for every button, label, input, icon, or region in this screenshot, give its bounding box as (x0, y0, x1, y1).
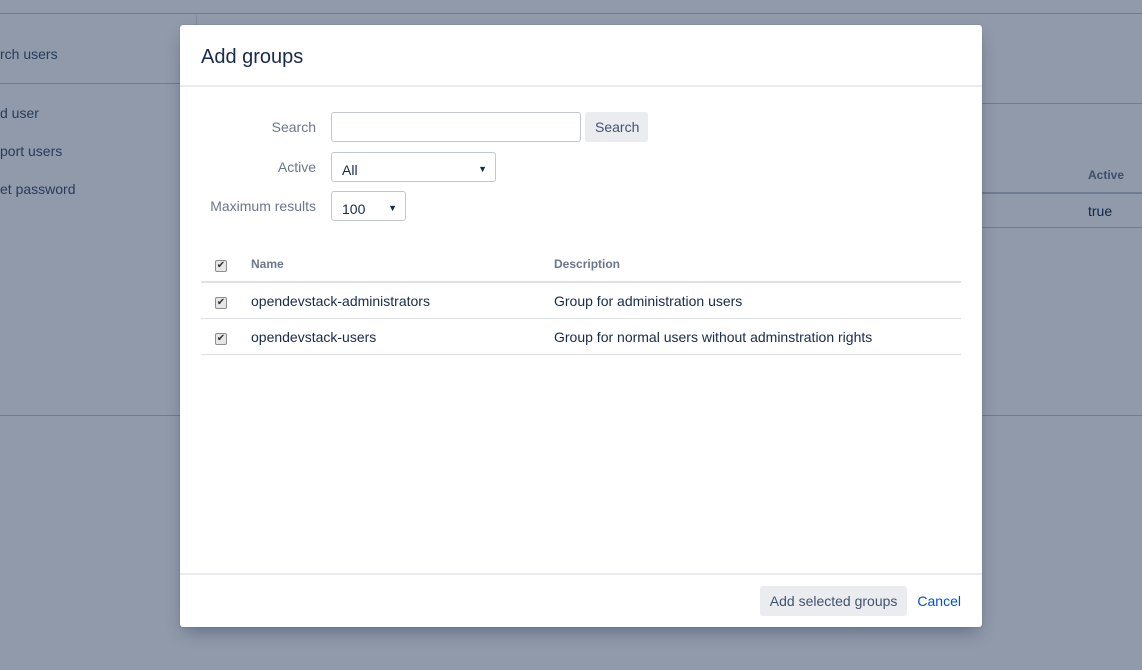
caret-down-icon: ▼ (388, 203, 397, 213)
column-header-description[interactable]: Description (554, 257, 961, 271)
dialog-footer: Add selected groups Cancel (180, 573, 982, 627)
table-row[interactable]: ✔ opendevstack-users Group for normal us… (201, 319, 961, 355)
active-label: Active (277, 159, 316, 175)
search-input[interactable] (331, 112, 581, 142)
max-results-select[interactable]: 100 ▼ (331, 191, 406, 221)
select-all-checkbox[interactable]: ✔ (215, 260, 227, 272)
add-selected-groups-button[interactable]: Add selected groups (759, 586, 908, 616)
row-checkbox[interactable]: ✔ (215, 332, 227, 345)
groups-table: ✔ Name Description ✔ opendevstack-admini… (201, 247, 961, 355)
search-label: Search (271, 119, 316, 135)
add-groups-dialog: Add groups Search Search Active All ▼ Ma… (180, 25, 982, 627)
dialog-header: Add groups (180, 25, 982, 87)
row-checkbox[interactable]: ✔ (215, 296, 227, 309)
caret-down-icon: ▼ (478, 164, 487, 174)
group-description: Group for normal users without adminstra… (554, 328, 873, 345)
active-select-value: All (342, 162, 358, 178)
group-description: Group for administration users (554, 292, 743, 309)
check-icon: ✔ (216, 332, 226, 344)
search-row: Search Search (180, 112, 648, 142)
max-results-row: Maximum results 100 ▼ (180, 191, 406, 221)
active-row: Active All ▼ (180, 152, 496, 182)
group-name: opendevstack-users (251, 328, 377, 345)
search-button[interactable]: Search (585, 112, 648, 142)
check-icon: ✔ (216, 260, 226, 271)
table-header: ✔ Name Description (201, 247, 961, 283)
dialog-body: Search Search Active All ▼ Maximum resul… (180, 87, 982, 573)
max-results-select-value: 100 (342, 201, 366, 217)
max-results-label: Maximum results (210, 198, 316, 214)
column-header-name[interactable]: Name (251, 257, 554, 271)
cancel-button[interactable]: Cancel (917, 593, 961, 609)
dialog-title: Add groups (201, 46, 304, 68)
check-icon: ✔ (216, 296, 226, 308)
table-row[interactable]: ✔ opendevstack-administrators Group for … (201, 283, 961, 319)
group-name: opendevstack-administrators (251, 292, 430, 309)
active-select[interactable]: All ▼ (331, 152, 496, 182)
